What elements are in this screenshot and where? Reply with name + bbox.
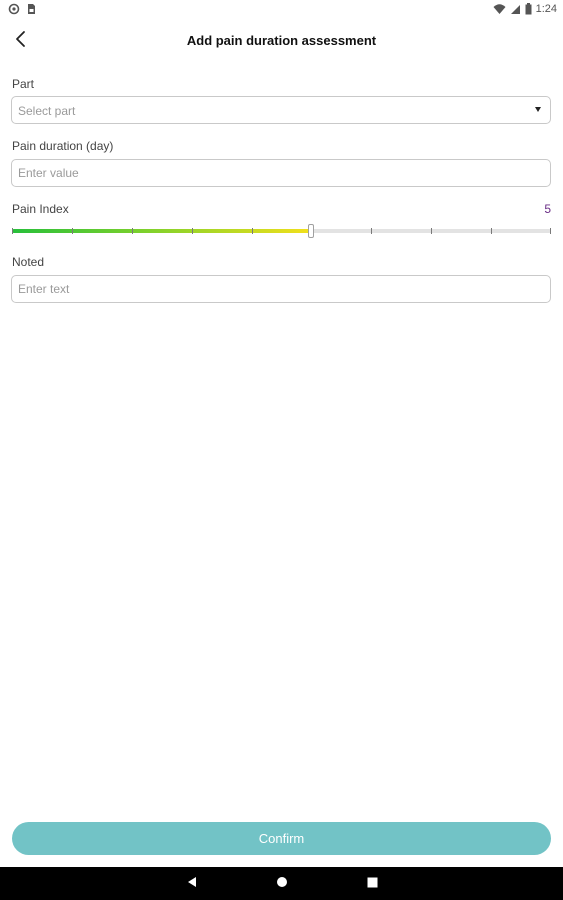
pain-duration-field [11,159,551,187]
noted-input[interactable] [12,276,550,302]
part-select-placeholder: Select part [18,104,76,118]
pain-duration-label: Pain duration (day) [12,139,114,153]
slider-tick [191,228,193,234]
app-bar: Add pain duration assessment [0,20,563,62]
nav-back-button[interactable] [172,867,212,900]
slider-tick [550,228,551,234]
status-time: 1:24 [535,3,557,15]
pain-duration-input[interactable] [12,160,550,186]
wifi-icon [493,3,506,15]
slider-tick [491,228,493,234]
status-left-icons [8,3,36,15]
pain-index-label: Pain Index [12,202,69,216]
nav-home-button[interactable] [262,867,302,900]
slider-tick [131,228,133,234]
part-label: Part [12,77,35,91]
status-right-icons: 1:24 [493,3,557,15]
pain-index-slider[interactable] [12,224,551,238]
noted-label: Noted [12,255,45,269]
nav-recents-button[interactable] [352,867,392,900]
slider-thumb[interactable] [308,224,315,238]
part-select[interactable]: Select part [11,96,551,124]
navigation-bar [0,867,563,900]
settings-circle-icon [8,3,20,15]
confirm-button[interactable]: Confirm [12,822,551,855]
screen: 1:24 Add pain duration assessment Part S… [0,0,563,900]
recents-square-icon [367,875,378,893]
caret-down-icon [535,107,541,112]
slider-tick [371,228,373,234]
sim-card-icon [26,3,36,15]
slider-fill [12,229,312,233]
home-circle-icon [276,875,288,893]
pain-index-value: 5 [544,202,551,216]
cellular-signal-icon [510,4,521,15]
back-triangle-icon [186,875,198,893]
slider-tick [12,228,13,234]
status-bar: 1:24 [0,0,563,20]
battery-icon [525,3,532,15]
noted-field [11,275,551,303]
slider-tick [251,228,253,234]
slider-tick [431,228,433,234]
page-title: Add pain duration assessment [186,33,377,48]
slider-tick [71,228,73,234]
